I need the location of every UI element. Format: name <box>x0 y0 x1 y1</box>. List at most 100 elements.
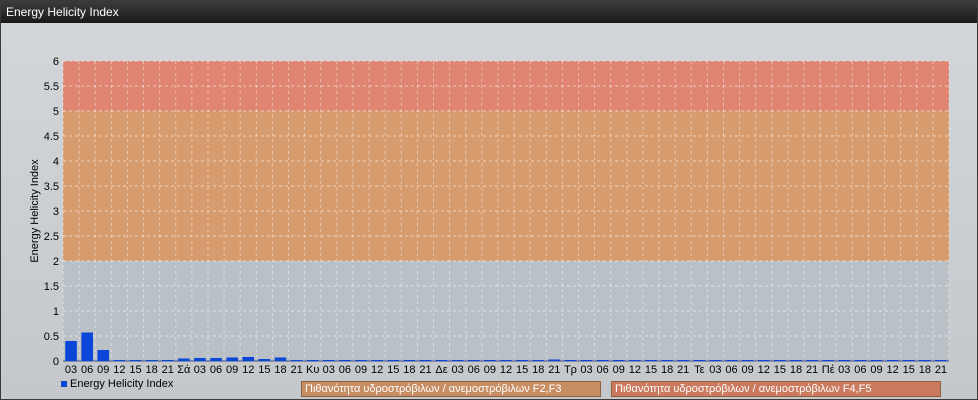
x-tick-label: 03 <box>838 364 850 376</box>
bar-21 <box>403 360 416 361</box>
x-tick-label: 15 <box>903 364 915 376</box>
y-tick-label: 5.5 <box>44 81 59 93</box>
bar-20 <box>387 360 400 361</box>
bar-12 <box>258 359 271 361</box>
bar-32 <box>580 360 593 361</box>
legend-label: Energy Helicity Index <box>70 378 174 390</box>
x-tick-label: 06 <box>725 364 737 376</box>
y-tick-label: 0.5 <box>44 331 59 343</box>
bar-54 <box>935 360 947 361</box>
bar-48 <box>838 360 851 361</box>
x-tick-label: 06 <box>854 364 866 376</box>
bar-28 <box>516 360 528 361</box>
bar-16 <box>323 360 335 361</box>
y-tick-label: 3 <box>53 206 59 218</box>
bar-39 <box>693 360 706 361</box>
x-tick-label: 09 <box>97 364 109 376</box>
bar-33 <box>596 360 609 361</box>
x-tick-label: 06 <box>339 364 351 376</box>
bar-53 <box>919 360 931 361</box>
ehi-chart: 00.511.522.533.544.555.5603 06 09 12 15 18 21 Σ… <box>29 56 950 376</box>
bar-38 <box>677 360 689 361</box>
x-tick-label: 12 <box>500 364 512 376</box>
x-tick-label: 18 <box>661 364 673 376</box>
bar-27 <box>500 360 512 361</box>
bar-41 <box>725 360 738 361</box>
x-tick-label: 15 <box>516 364 528 376</box>
x-tick-label: 15 <box>387 364 399 376</box>
bar-0 <box>65 341 77 361</box>
bar-35 <box>629 360 641 361</box>
band-f4f5-label: Πιθανότητα υδροστρόβιλων / ανεμοστρόβιλω… <box>611 381 941 397</box>
bar-18 <box>355 360 367 361</box>
bar-23 <box>435 360 448 361</box>
x-tick-label: Τε <box>694 364 705 376</box>
x-tick-label: 03 <box>452 364 464 376</box>
y-tick-label: 3.5 <box>44 181 59 193</box>
x-tick-label: 15 <box>129 364 141 376</box>
bar-43 <box>757 360 770 361</box>
bar-37 <box>661 360 673 361</box>
bar-51 <box>886 360 899 361</box>
bar-25 <box>467 360 480 361</box>
bar-45 <box>790 360 802 361</box>
y-axis-label: Energy Helicity Index <box>29 159 41 263</box>
bar-22 <box>419 360 432 361</box>
bar-42 <box>741 360 754 361</box>
x-tick-label: 21 <box>419 364 431 376</box>
bar-2 <box>97 350 110 361</box>
y-tick-label: 2 <box>53 256 59 268</box>
bar-26 <box>484 360 496 361</box>
x-tick-label: 03 <box>580 364 592 376</box>
bar-1 <box>81 332 93 361</box>
bar-29 <box>532 360 545 361</box>
bar-4 <box>129 360 142 361</box>
x-tick-label: 06 <box>468 364 480 376</box>
bar-7 <box>178 358 190 361</box>
x-tick-label: Πέ <box>822 364 835 376</box>
y-tick-label: 2.5 <box>44 231 59 243</box>
bar-14 <box>290 360 303 361</box>
bar-31 <box>564 360 577 361</box>
x-tick-label: Κυ <box>306 364 319 376</box>
x-tick-label: 09 <box>870 364 882 376</box>
y-tick-label: 4 <box>53 156 59 168</box>
y-tick-label: 0 <box>53 356 59 368</box>
bar-46 <box>806 360 818 361</box>
x-tick-label: 12 <box>629 364 641 376</box>
bar-3 <box>113 360 126 361</box>
legend: Energy Helicity Index <box>61 377 173 391</box>
bar-49 <box>854 360 867 361</box>
band-f2f3-label: Πιθανότητα υδροστρόβιλων / ανεμοστρόβιλω… <box>301 381 601 397</box>
x-tick-label: 21 <box>935 364 947 376</box>
x-tick-label: 18 <box>919 364 931 376</box>
x-tick-label: 06 <box>210 364 222 376</box>
bar-50 <box>870 360 883 361</box>
x-tick-label: 12 <box>758 364 770 376</box>
x-tick-label: 18 <box>790 364 802 376</box>
x-tick-label: Δε <box>435 364 447 376</box>
bar-52 <box>902 360 915 361</box>
x-tick-label: 21 <box>548 364 560 376</box>
bar-13 <box>274 357 287 361</box>
y-tick-label: 1.5 <box>44 281 59 293</box>
bar-5 <box>145 360 158 361</box>
x-tick-label: 09 <box>226 364 238 376</box>
x-tick-label: 06 <box>81 364 93 376</box>
bar-15 <box>306 360 319 361</box>
x-tick-label: 12 <box>371 364 383 376</box>
x-tick-label: 03 <box>709 364 721 376</box>
x-tick-label: 21 <box>677 364 689 376</box>
x-tick-label: 18 <box>403 364 415 376</box>
bar-6 <box>161 360 174 361</box>
x-tick-label: 15 <box>645 364 657 376</box>
legend-swatch <box>61 381 67 388</box>
bar-36 <box>645 360 657 361</box>
bar-19 <box>371 360 383 361</box>
bar-9 <box>210 358 222 361</box>
bar-34 <box>612 360 625 361</box>
bar-11 <box>242 357 255 361</box>
bar-24 <box>451 360 464 361</box>
x-tick-label: 12 <box>886 364 898 376</box>
x-tick-label: 03 <box>194 364 206 376</box>
